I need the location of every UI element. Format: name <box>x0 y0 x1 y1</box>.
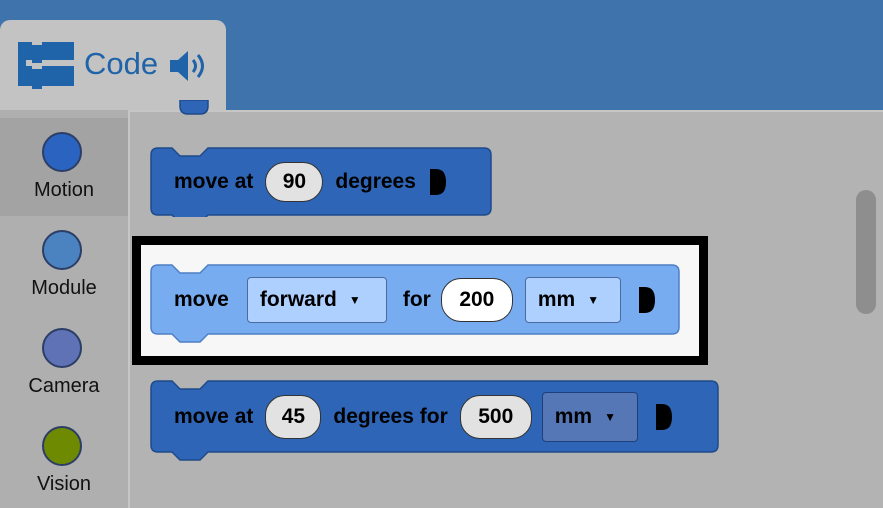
block-keyword: degrees for <box>333 405 448 428</box>
distance-input[interactable]: 500 <box>459 395 532 439</box>
unit-dropdown[interactable]: mm ▼ <box>541 392 638 442</box>
category-label: Module <box>31 277 97 299</box>
flyout-scrollbar[interactable] <box>856 190 876 314</box>
category-sidebar: Motion Module Camera Vision <box>0 118 128 508</box>
app-window: Code Motion Module Camera Vision move at… <box>0 0 883 508</box>
category-camera[interactable]: Camera <box>0 314 128 412</box>
partial-block <box>150 100 230 116</box>
block-keyword: move at <box>174 170 254 193</box>
block-keyword: degrees <box>335 170 416 193</box>
angle-input[interactable]: 90 <box>265 162 324 202</box>
block-keyword: move <box>174 288 229 311</box>
run-arrow-icon[interactable] <box>654 403 674 431</box>
unit-value: mm <box>554 405 593 428</box>
block-keyword: move at <box>174 405 254 428</box>
dropdown-caret-icon: ▼ <box>348 293 361 307</box>
move-at-degrees-for-block[interactable]: move at 45 degrees for 500 mm ▼ <box>150 380 719 466</box>
motion-dot-icon <box>42 132 82 172</box>
unit-value: mm <box>537 288 576 311</box>
blocks-icon <box>18 40 74 95</box>
run-arrow-icon[interactable] <box>428 168 448 196</box>
category-label: Vision <box>36 473 92 495</box>
angle-input[interactable]: 45 <box>265 395 322 439</box>
dropdown-caret-icon: ▼ <box>587 293 600 307</box>
category-label: Camera <box>28 375 100 397</box>
move-direction-block[interactable]: move forward ▼ for 200 mm ▼ <box>150 264 681 348</box>
category-motion[interactable]: Motion <box>0 118 128 216</box>
category-label: Motion <box>33 179 95 201</box>
run-arrow-icon[interactable] <box>637 286 657 314</box>
camera-dot-icon <box>42 328 82 368</box>
direction-value: forward <box>259 288 337 311</box>
vision-dot-icon <box>42 426 82 466</box>
category-module[interactable]: Module <box>0 216 128 314</box>
code-tab-label: Code <box>84 46 159 81</box>
block-keyword: for <box>402 288 431 311</box>
move-at-degrees-block[interactable]: move at 90 degrees <box>150 147 493 217</box>
module-dot-icon <box>42 230 82 270</box>
dropdown-caret-icon: ▼ <box>604 410 616 424</box>
distance-input[interactable]: 200 <box>440 278 513 322</box>
category-vision[interactable]: Vision <box>0 412 128 508</box>
unit-dropdown[interactable]: mm ▼ <box>524 277 621 323</box>
direction-dropdown[interactable]: forward ▼ <box>246 277 387 323</box>
speaker-icon[interactable] <box>168 49 208 88</box>
